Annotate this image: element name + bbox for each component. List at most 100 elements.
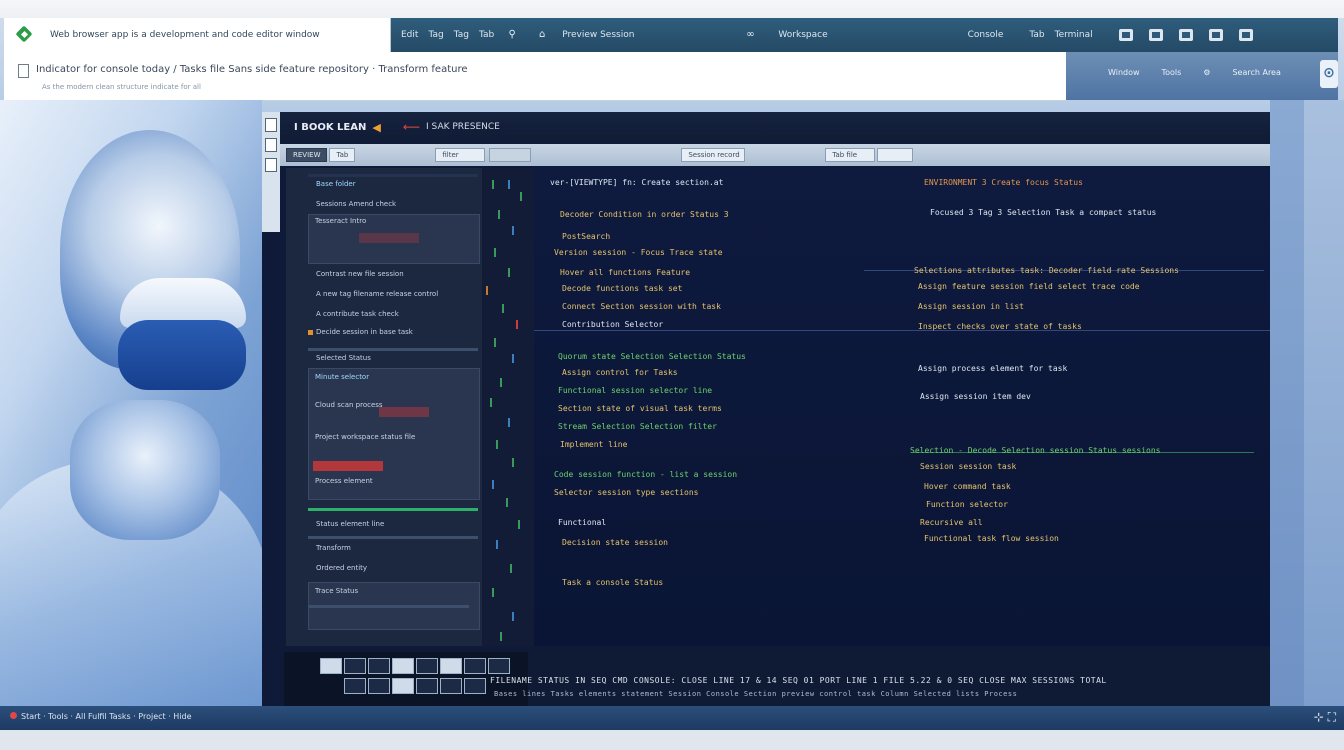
panel-item[interactable]: Transform: [316, 544, 351, 552]
maximize-button[interactable]: [1178, 29, 1193, 41]
thumbnail[interactable]: [464, 658, 486, 674]
link-icon[interactable]: ∞: [744, 29, 756, 41]
thumbnail[interactable]: [464, 678, 486, 694]
error-highlight: [313, 461, 383, 471]
panel-item[interactable]: Project workspace status file: [315, 433, 415, 441]
code-line: Hover command task: [924, 482, 1011, 491]
taskbar-tray[interactable]: ⊹ ⛶: [1314, 710, 1336, 725]
panel-toggle-button[interactable]: [1118, 29, 1133, 41]
diff-marker: [520, 192, 522, 201]
page-icon[interactable]: [265, 158, 277, 172]
taskbar: Start · Tools · All Fulfil Tasks · Proje…: [0, 706, 1344, 730]
code-line: Implement line: [560, 440, 628, 449]
path-text: Indicator for console today / Tasks file…: [36, 64, 468, 75]
thumbnail[interactable]: [392, 678, 414, 694]
code-line: Functional session selector line: [558, 386, 713, 395]
tab-secondary[interactable]: Tab: [329, 148, 356, 162]
code-line: Stream Selection Selection filter: [558, 422, 717, 431]
menu-item-1[interactable]: Tag: [428, 30, 443, 40]
menu-item-3[interactable]: Tab: [479, 30, 494, 40]
code-editor-window: I BOOK LEAN ◀ ⟵ I SAK PRESENCE REVIEW Ta…: [262, 112, 1270, 708]
thumbnail[interactable]: [368, 658, 390, 674]
panel-item[interactable]: Tesseract Intro: [315, 217, 366, 225]
code-line: Functional task flow session: [924, 534, 1059, 543]
tab-file-pill[interactable]: Tab file: [825, 148, 876, 162]
path-field[interactable]: Indicator for console today / Tasks file…: [4, 52, 1066, 101]
panel-item[interactable]: Base folder: [316, 180, 356, 188]
thumbnail[interactable]: [320, 658, 342, 674]
panel-item[interactable]: Contrast new file session: [316, 270, 404, 278]
thumbnail[interactable]: [368, 678, 390, 694]
tools-menu[interactable]: Tools: [1162, 68, 1182, 77]
menu-item-0[interactable]: Edit: [401, 30, 418, 40]
panel-item[interactable]: Ordered entity: [316, 564, 367, 572]
panel-item[interactable]: A new tag filename release control: [316, 290, 438, 298]
back-arrow-icon[interactable]: ⟵: [403, 120, 420, 134]
code-area[interactable]: ver-[VIEWTYPE] fn: Create section.at Dec…: [534, 168, 1270, 646]
cloud-icon[interactable]: ⌂: [536, 29, 548, 41]
panel-item[interactable]: Trace Status: [315, 587, 358, 595]
menu-item-2[interactable]: Tag: [454, 30, 469, 40]
panel-divider: [308, 536, 478, 539]
panel-item[interactable]: Process element: [315, 477, 373, 485]
settings-icon[interactable]: ⚙: [1203, 68, 1210, 77]
diff-marker: [502, 304, 504, 313]
diff-marker: [486, 286, 488, 295]
thumbnail[interactable]: [440, 678, 462, 694]
bottom-edge: [0, 730, 1344, 750]
warning-icon[interactable]: ◀: [372, 121, 380, 134]
panel-item[interactable]: Selected Status: [316, 354, 371, 362]
diff-marker: [512, 354, 514, 363]
thumbnail[interactable]: [392, 658, 414, 674]
review-tab[interactable]: REVIEW: [286, 148, 328, 162]
taskbar-items[interactable]: Start · Tools · All Fulfil Tasks · Proje…: [10, 712, 192, 721]
code-line: ver-[VIEWTYPE] fn: Create section.at: [550, 178, 724, 187]
diff-marker: [506, 498, 508, 507]
copy-icon[interactable]: [265, 138, 277, 152]
filter-pill[interactable]: filter: [435, 148, 486, 162]
workspace-tab[interactable]: Workspace: [778, 30, 827, 40]
split-view-button[interactable]: [1148, 29, 1163, 41]
path-subtext: As the modern clean structure indicate f…: [42, 83, 201, 91]
restore-button[interactable]: [1208, 29, 1223, 41]
panel-item[interactable]: A contribute task check: [316, 310, 399, 318]
extra-pill[interactable]: [877, 148, 914, 162]
diff-marker: [512, 612, 514, 621]
window-menu[interactable]: Window: [1108, 68, 1140, 77]
help-button[interactable]: ⊙: [1320, 60, 1338, 88]
thumbnail[interactable]: [440, 658, 462, 674]
thumbnail[interactable]: [344, 658, 366, 674]
mini-sidebar: [262, 112, 280, 232]
console-tab[interactable]: Console: [968, 30, 1004, 40]
terminal-tab[interactable]: Terminal: [1055, 30, 1093, 40]
panel-item[interactable]: Sessions Amend check: [316, 200, 396, 208]
search-area[interactable]: Search Area: [1232, 68, 1280, 77]
code-line: Recursive all: [920, 518, 983, 527]
code-line: Assign session in list: [918, 302, 1024, 311]
panel-item[interactable]: Decide session in base task: [316, 328, 413, 336]
file-icon[interactable]: [265, 118, 277, 132]
diff-marker: [512, 226, 514, 235]
code-line: Selector session type sections: [554, 488, 699, 497]
panel-item[interactable]: Cloud scan process: [315, 401, 383, 409]
blank-pill[interactable]: [489, 148, 532, 162]
diff-marker: [516, 320, 518, 329]
thumbnail[interactable]: [416, 678, 438, 694]
thumbnail[interactable]: [488, 658, 510, 674]
thumbnail[interactable]: [416, 658, 438, 674]
app-title: Web browser app is a development and cod…: [50, 30, 320, 40]
warning-dot-icon: [308, 330, 313, 335]
editor-breadcrumb: I SAK PRESENCE: [426, 122, 500, 132]
status-line-secondary: Bases lines Tasks elements statement Ses…: [494, 690, 1018, 698]
panel-item[interactable]: Status element line: [316, 520, 384, 528]
pin-icon[interactable]: ⚲: [506, 29, 518, 41]
preview-session-tab[interactable]: Preview Session: [562, 30, 634, 40]
panel-item[interactable]: Minute selector: [315, 373, 369, 381]
code-line: Inspect checks over state of tasks: [918, 322, 1082, 331]
diff-marker: [492, 588, 494, 597]
session-record-pill[interactable]: Session record: [681, 148, 746, 162]
thumbnail[interactable]: [344, 678, 366, 694]
figure-mask: [70, 400, 220, 540]
tab-item[interactable]: Tab: [1029, 30, 1044, 40]
close-button[interactable]: [1238, 29, 1253, 41]
